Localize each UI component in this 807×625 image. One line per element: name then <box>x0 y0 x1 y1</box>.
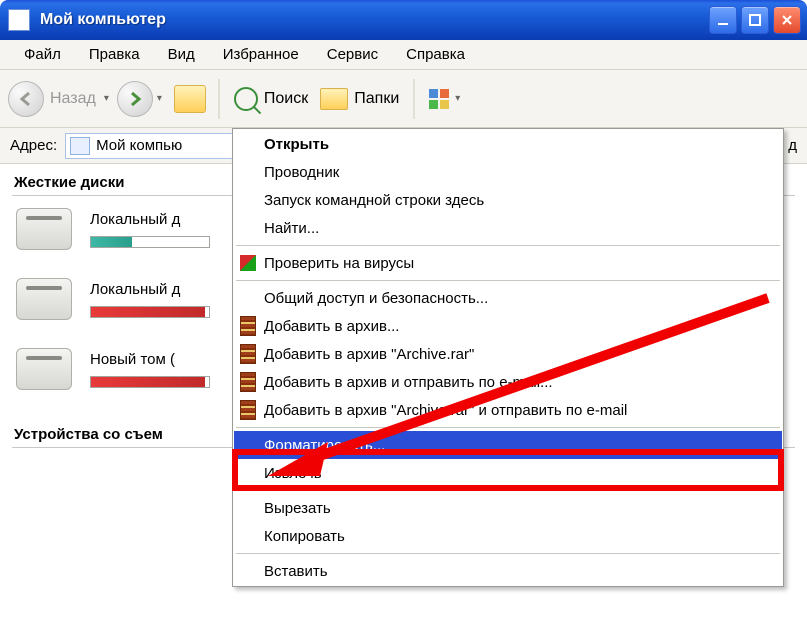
context-menu-item-label: Открыть <box>264 136 329 153</box>
drive-label: Локальный д <box>90 281 210 298</box>
menu-file[interactable]: Файл <box>10 42 75 67</box>
toolbar-views[interactable]: ▾ <box>429 89 468 109</box>
toolbar-separator <box>218 79 220 119</box>
context-menu-separator <box>236 245 780 246</box>
nav-back-label: Назад <box>50 90 96 108</box>
drive-label: Новый том ( <box>90 351 210 368</box>
context-menu-item-label: Проверить на вирусы <box>264 255 414 272</box>
context-menu-item-label: Проводник <box>264 164 339 181</box>
window-title: Мой компьютер <box>40 11 709 29</box>
address-right-fragment: д <box>788 137 797 154</box>
drive-usage-bar <box>90 306 210 318</box>
toolbar-search[interactable]: Поиск <box>234 87 308 111</box>
menu-edit[interactable]: Правка <box>75 42 154 67</box>
context-menu-item[interactable]: Добавить в архив... <box>234 312 782 340</box>
context-menu-item-label: Вставить <box>264 563 328 580</box>
context-menu-separator <box>236 553 780 554</box>
drive-usage-bar <box>90 376 210 388</box>
maximize-icon <box>749 14 761 26</box>
arrow-right-icon <box>126 90 144 108</box>
folder-icon <box>320 88 348 110</box>
context-menu-separator <box>236 490 780 491</box>
context-menu-item[interactable]: Форматировать... <box>234 431 782 459</box>
winrar-icon <box>240 372 256 392</box>
context-menu-item[interactable]: Общий доступ и безопасность... <box>234 284 782 312</box>
minimize-icon <box>717 14 729 26</box>
context-menu-item[interactable]: Запуск командной строки здесь <box>234 186 782 214</box>
hdd-icon <box>16 208 72 250</box>
nav-back-button[interactable] <box>8 81 44 117</box>
nav-forward-button[interactable] <box>117 81 153 117</box>
context-menu-item[interactable]: Извлечь <box>234 459 782 487</box>
context-menu-item-label: Общий доступ и безопасность... <box>264 290 488 307</box>
context-menu-item[interactable]: Открыть <box>234 130 782 158</box>
context-menu-item[interactable]: Проводник <box>234 158 782 186</box>
minimize-button[interactable] <box>709 6 737 34</box>
toolbar-folders[interactable]: Папки <box>320 88 399 110</box>
context-menu: Открыть Проводник Запуск командной строки … <box>232 128 784 587</box>
hdd-icon <box>16 278 72 320</box>
hdd-icon <box>16 348 72 390</box>
context-menu-item-label: Копировать <box>264 528 345 545</box>
menu-tools[interactable]: Сервис <box>313 42 392 67</box>
mycomputer-icon <box>70 137 90 155</box>
mycomputer-icon <box>8 9 30 31</box>
chevron-down-icon[interactable]: ▾ <box>104 93 109 104</box>
search-icon <box>234 87 258 111</box>
context-menu-separator <box>236 280 780 281</box>
arrow-left-icon <box>17 90 35 108</box>
winrar-icon <box>240 400 256 420</box>
toolbar-search-label: Поиск <box>264 90 308 108</box>
context-menu-item-label: Добавить в архив... <box>264 318 399 335</box>
context-menu-item-label: Добавить в архив и отправить по e-mail..… <box>264 374 553 391</box>
drive-info: Локальный д <box>90 211 210 248</box>
drive-info: Локальный д <box>90 281 210 318</box>
drive-usage-bar <box>90 236 210 248</box>
drive-info: Новый том ( <box>90 351 210 388</box>
menu-help[interactable]: Справка <box>392 42 479 67</box>
context-menu-item-label: Извлечь <box>264 465 322 482</box>
menu-favorites[interactable]: Избранное <box>209 42 313 67</box>
title-bar: Мой компьютер <box>0 0 807 40</box>
context-menu-item-label: Вырезать <box>264 500 331 517</box>
toolbar: Назад ▾ ▾ Поиск Папки ▾ <box>0 70 807 128</box>
titlebar-buttons <box>709 6 801 34</box>
context-menu-item-label: Добавить в архив "Archive.rar" и отправи… <box>264 402 627 419</box>
context-menu-separator <box>236 427 780 428</box>
context-menu-item[interactable]: Вырезать <box>234 494 782 522</box>
context-menu-item[interactable]: Проверить на вирусы <box>234 249 782 277</box>
context-menu-item[interactable]: Добавить в архив "Archive.rar" и отправи… <box>234 396 782 424</box>
kaspersky-icon <box>240 255 256 271</box>
chevron-down-icon: ▾ <box>455 93 460 104</box>
close-button[interactable] <box>773 6 801 34</box>
context-menu-item[interactable]: Вставить <box>234 557 782 585</box>
context-menu-item-label: Найти... <box>264 220 319 237</box>
winrar-icon <box>240 316 256 336</box>
winrar-icon <box>240 344 256 364</box>
drive-label: Локальный д <box>90 211 210 228</box>
address-value: Мой компью <box>96 137 182 154</box>
toolbar-separator <box>413 79 415 119</box>
context-menu-item[interactable]: Добавить в архив и отправить по e-mail..… <box>234 368 782 396</box>
menu-view[interactable]: Вид <box>154 42 209 67</box>
views-icon <box>429 89 451 109</box>
context-menu-item[interactable]: Добавить в архив "Archive.rar" <box>234 340 782 368</box>
toolbar-folders-label: Папки <box>354 90 399 108</box>
context-menu-item-label: Добавить в архив "Archive.rar" <box>264 346 474 363</box>
close-icon <box>781 14 793 26</box>
menu-bar: Файл Правка Вид Избранное Сервис Справка <box>0 40 807 70</box>
context-menu-item[interactable]: Копировать <box>234 522 782 550</box>
address-label: Адрес: <box>10 137 57 154</box>
context-menu-item-label: Запуск командной строки здесь <box>264 192 484 209</box>
chevron-down-icon[interactable]: ▾ <box>157 93 162 104</box>
maximize-button[interactable] <box>741 6 769 34</box>
context-menu-item[interactable]: Найти... <box>234 214 782 242</box>
folder-up-button[interactable] <box>174 85 206 113</box>
context-menu-item-label: Форматировать... <box>264 437 385 454</box>
